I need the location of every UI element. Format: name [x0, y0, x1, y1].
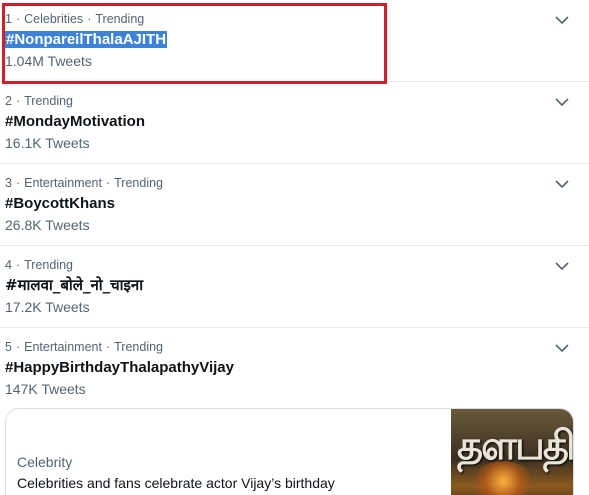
trend-meta: 2 · Trending — [5, 94, 73, 108]
trend-tweet-count: 1.04M Tweets — [5, 53, 92, 69]
trend-rank: 1 — [5, 12, 12, 26]
card-thumbnail[interactable]: தளபதி — [451, 409, 573, 495]
trend-name[interactable]: #मालवा_बोले_नो_चाइना — [5, 276, 143, 295]
trend-tweet-count: 16.1K Tweets — [5, 135, 90, 151]
trend-meta: 1 · Celebrities · Trending — [5, 12, 144, 26]
trend-item-1[interactable]: 1 · Celebrities · Trending #NonpareilThalaAJ… — [0, 0, 589, 82]
selected-hashtag[interactable]: #NonpareilThalaAJITH — [5, 31, 168, 48]
trend-status: Trending — [114, 176, 163, 190]
trend-name[interactable]: #HappyBirthdayThalapathyVijay — [5, 358, 234, 377]
meta-separator: · — [15, 340, 21, 354]
trend-status: Trending — [114, 340, 163, 354]
card-headline[interactable]: Celebrities and fans celebrate actor Vij… — [17, 475, 335, 491]
chevron-down-icon[interactable] — [552, 338, 572, 358]
trend-tweet-count: 26.8K Tweets — [5, 217, 90, 233]
meta-separator: · — [105, 340, 111, 354]
trend-tweet-count: 147K Tweets — [5, 381, 86, 397]
chevron-down-icon[interactable] — [552, 10, 572, 30]
trend-name[interactable]: #NonpareilThalaAJITH — [5, 30, 168, 49]
chevron-down-icon[interactable] — [552, 256, 572, 276]
trend-status: Trending — [24, 94, 73, 108]
trend-meta: 5 · Entertainment · Trending — [5, 340, 163, 354]
chevron-down-icon[interactable] — [552, 174, 572, 194]
trend-context: Celebrities — [24, 12, 84, 26]
card-category: Celebrity — [17, 454, 73, 470]
trend-rank: 2 — [5, 94, 12, 108]
trend-item-3[interactable]: 3 · Entertainment · Trending #BoycottKhans 2… — [0, 164, 589, 246]
trend-rank: 5 — [5, 340, 12, 354]
trend-meta: 3 · Entertainment · Trending — [5, 176, 163, 190]
trend-name[interactable]: #MondayMotivation — [5, 112, 145, 131]
thumbnail-title-art: தளபதி — [457, 423, 573, 469]
news-card[interactable]: Celebrity Celebrities and fans celebrate… — [5, 408, 574, 495]
meta-separator: · — [105, 176, 111, 190]
meta-separator: · — [15, 94, 21, 108]
trend-rank: 3 — [5, 176, 12, 190]
trends-panel: 1 · Celebrities · Trending #NonpareilThalaAJ… — [0, 0, 589, 495]
trend-meta: 4 · Trending — [5, 258, 73, 272]
trend-status: Trending — [95, 12, 145, 26]
trend-rank: 4 — [5, 258, 12, 272]
trend-status: Trending — [24, 258, 73, 272]
trend-context: Entertainment — [24, 176, 102, 190]
trend-name[interactable]: #BoycottKhans — [5, 194, 115, 213]
trend-item-4[interactable]: 4 · Trending #मालवा_बोले_नो_चाइना 17.2K Tw… — [0, 246, 589, 328]
trend-context: Entertainment — [24, 340, 102, 354]
meta-separator: · — [15, 12, 21, 26]
meta-separator: · — [87, 12, 92, 26]
trend-item-2[interactable]: 2 · Trending #MondayMotivation 16.1K Tweet… — [0, 82, 589, 164]
meta-separator: · — [15, 176, 21, 190]
trend-tweet-count: 17.2K Tweets — [5, 299, 90, 315]
meta-separator: · — [15, 258, 21, 272]
chevron-down-icon[interactable] — [552, 92, 572, 112]
